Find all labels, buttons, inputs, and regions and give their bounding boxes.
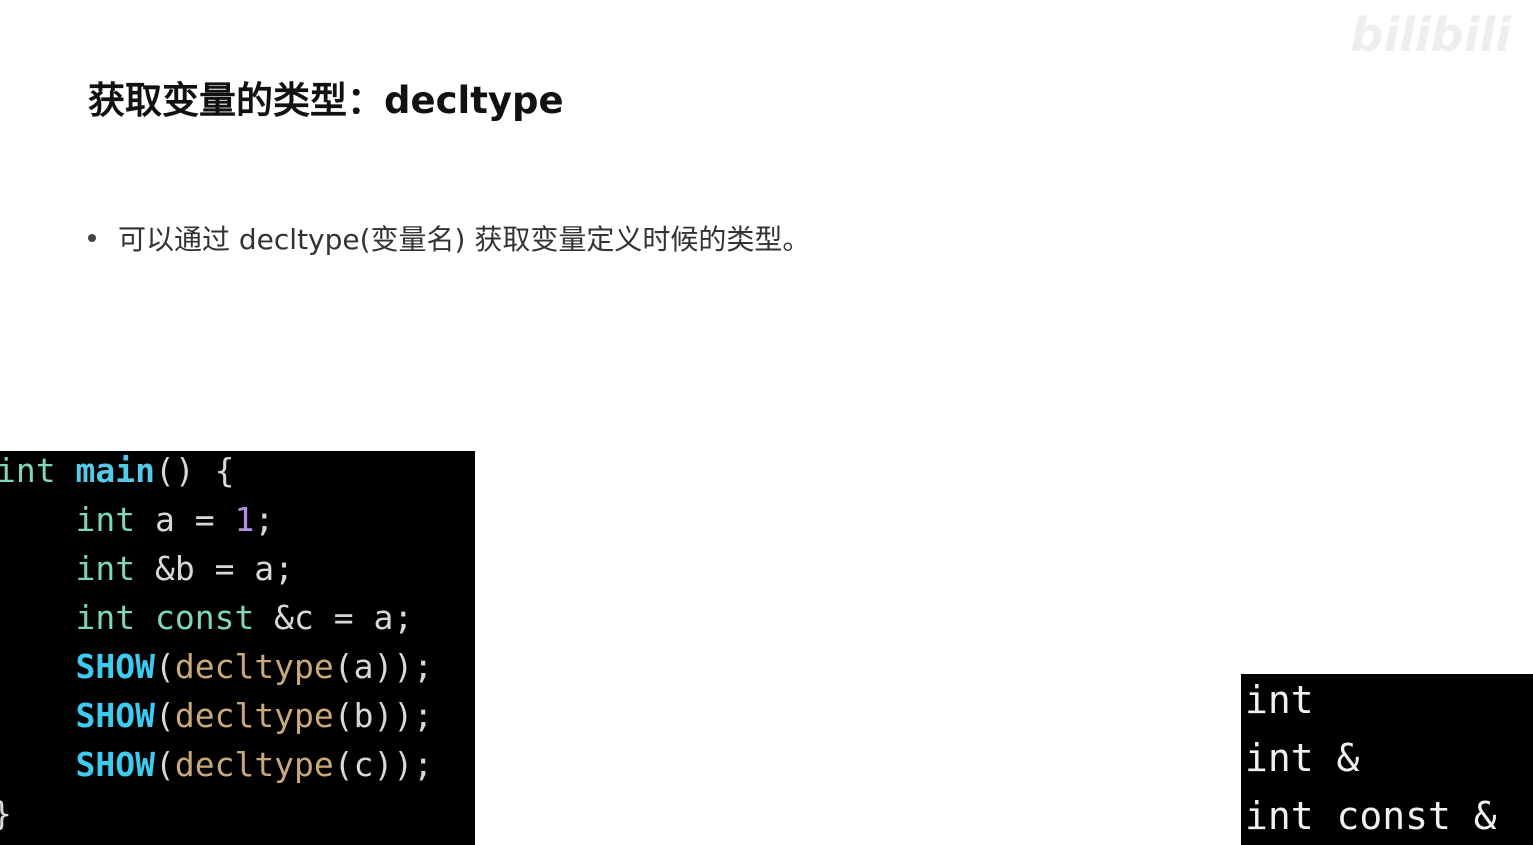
output-line: int xyxy=(1245,678,1314,722)
code-token: decltype xyxy=(174,696,334,735)
code-line: int a = 1; xyxy=(0,500,274,540)
code-token: int xyxy=(75,500,136,539)
code-token: decltype xyxy=(174,647,334,686)
bullet-item: 可以通过 decltype(变量名) 获取变量定义时候的类型。 xyxy=(84,218,810,258)
code-token: 1 xyxy=(234,500,255,539)
output-line: int & xyxy=(1245,736,1360,780)
code-token: (a)); xyxy=(333,647,434,686)
bullet-text: 可以通过 decltype(变量名) 获取变量定义时候的类型。 xyxy=(118,223,811,256)
code-token: } xyxy=(0,794,12,833)
code-token: SHOW xyxy=(75,745,155,784)
slide-title: 获取变量的类型：decltype xyxy=(88,79,564,122)
code-token: ( xyxy=(154,647,175,686)
bilibili-watermark-logo: bilibili xyxy=(1350,8,1511,62)
code-token: &b = a; xyxy=(135,549,295,588)
code-token: decltype xyxy=(174,745,334,784)
code-panel: int main() { int a = 1; int &b = a; int … xyxy=(0,451,475,845)
code-token: SHOW xyxy=(75,696,155,735)
code-line: int const &c = a; xyxy=(0,598,413,638)
code-line: SHOW(decltype(b)); xyxy=(0,696,433,736)
bullet-dot-icon xyxy=(88,234,96,242)
code-token: int xyxy=(0,451,56,490)
code-token: ( xyxy=(154,696,175,735)
code-token: (c)); xyxy=(333,745,434,784)
output-line: int const & xyxy=(1245,794,1497,838)
code-token: () { xyxy=(154,451,235,490)
code-token: a = xyxy=(135,500,235,539)
code-token: const xyxy=(154,598,255,637)
code-line: int main() { xyxy=(0,451,234,491)
code-line: } xyxy=(0,794,12,834)
code-line: SHOW(decltype(a)); xyxy=(0,647,433,687)
code-token: ; xyxy=(254,500,275,539)
code-token: SHOW xyxy=(75,647,155,686)
code-token: int xyxy=(75,598,136,637)
code-line: int &b = a; xyxy=(0,549,294,589)
output-panel: int int & int const & xyxy=(1241,674,1533,845)
code-token: main xyxy=(75,451,155,490)
code-token: (b)); xyxy=(333,696,434,735)
code-token: &c = a; xyxy=(254,598,414,637)
code-line: SHOW(decltype(c)); xyxy=(0,745,433,785)
code-token: ( xyxy=(154,745,175,784)
code-token: int xyxy=(75,549,136,588)
